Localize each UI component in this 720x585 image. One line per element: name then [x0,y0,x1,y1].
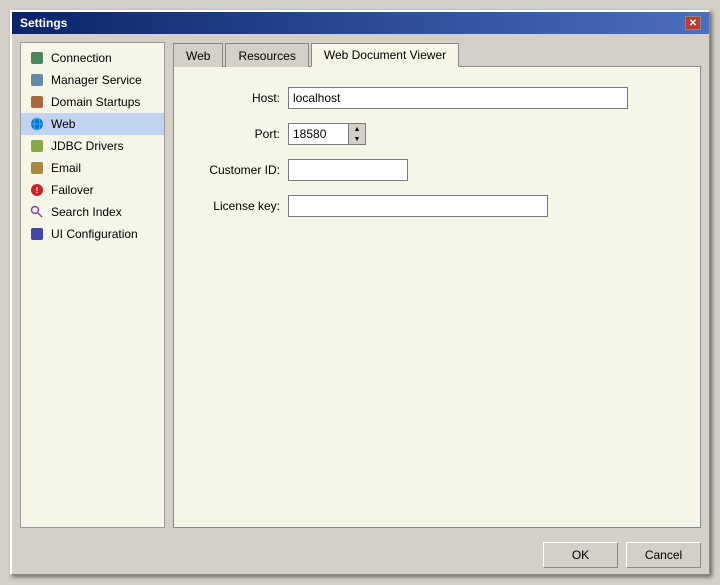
sidebar-item-label-ui-configuration: UI Configuration [51,227,138,241]
manager-icon [29,72,45,88]
main-content: WebResourcesWeb Document Viewer Host: Po… [173,42,701,528]
sidebar-item-web[interactable]: Web [21,113,164,135]
port-label: Port: [190,127,280,141]
customer-id-row: Customer ID: [190,159,684,181]
license-key-row: License key: [190,195,684,217]
port-input-wrap: ▲ ▼ [288,123,366,145]
sidebar-item-jdbc-drivers[interactable]: JDBC Drivers [21,135,164,157]
ok-button[interactable]: OK [543,542,618,568]
sidebar-item-label-connection: Connection [51,51,112,65]
host-label: Host: [190,91,280,105]
window-body: Connection Manager Service Domain Startups… [12,34,709,536]
tab-web[interactable]: Web [173,43,223,67]
bottom-bar: OK Cancel [12,536,709,574]
title-bar: Settings ✕ [12,12,709,34]
ui-icon [29,226,45,242]
license-key-input[interactable] [288,195,548,217]
email-icon [29,160,45,176]
jdbc-icon [29,138,45,154]
port-input[interactable] [288,123,348,145]
customer-id-input[interactable] [288,159,408,181]
port-spin-down[interactable]: ▼ [349,134,365,144]
host-row: Host: [190,87,684,109]
search-icon [29,204,45,220]
tab-resources[interactable]: Resources [225,43,308,67]
sidebar-item-ui-configuration[interactable]: UI Configuration [21,223,164,245]
sidebar-item-label-web: Web [51,117,75,131]
sidebar-item-connection[interactable]: Connection [21,47,164,69]
domain-icon [29,94,45,110]
port-spinner: ▲ ▼ [348,123,366,145]
host-input[interactable] [288,87,628,109]
tab-bar: WebResourcesWeb Document Viewer [173,42,701,66]
tab-content: Host: Port: ▲ ▼ Customer ID: [173,66,701,528]
connection-icon [29,50,45,66]
sidebar-item-email[interactable]: Email [21,157,164,179]
sidebar-item-label-jdbc-drivers: JDBC Drivers [51,139,124,153]
settings-window: Settings ✕ Connection Manager Service Doma… [10,10,710,575]
tab-web-document-viewer[interactable]: Web Document Viewer [311,43,459,67]
sidebar-item-label-email: Email [51,161,81,175]
window-title: Settings [20,16,67,30]
sidebar: Connection Manager Service Domain Startups… [20,42,165,528]
sidebar-item-search-index[interactable]: Search Index [21,201,164,223]
sidebar-item-label-manager-service: Manager Service [51,73,142,87]
port-row: Port: ▲ ▼ [190,123,684,145]
license-key-label: License key: [190,199,280,213]
customer-id-label: Customer ID: [190,163,280,177]
web-icon [29,116,45,132]
port-spin-up[interactable]: ▲ [349,124,365,134]
sidebar-item-label-search-index: Search Index [51,205,122,219]
close-button[interactable]: ✕ [685,16,701,30]
sidebar-item-domain-startups[interactable]: Domain Startups [21,91,164,113]
sidebar-item-manager-service[interactable]: Manager Service [21,69,164,91]
svg-text:!: ! [36,186,39,195]
failover-icon: ! [29,182,45,198]
sidebar-item-label-domain-startups: Domain Startups [51,95,140,109]
sidebar-item-failover[interactable]: ! Failover [21,179,164,201]
sidebar-item-label-failover: Failover [51,183,94,197]
cancel-button[interactable]: Cancel [626,542,701,568]
